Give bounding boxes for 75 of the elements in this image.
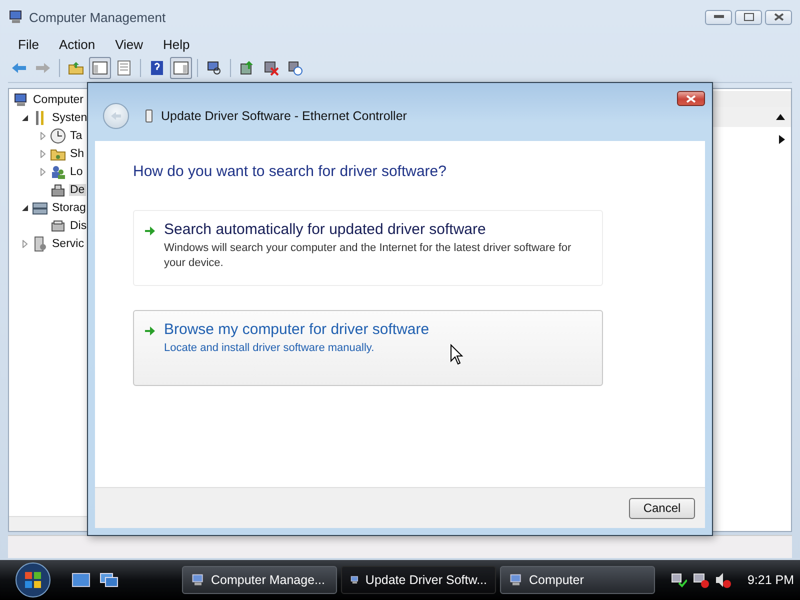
- menu-item[interactable]: View: [105, 36, 154, 52]
- network-error-icon[interactable]: [693, 572, 710, 588]
- computer-icon: [509, 573, 523, 587]
- dialog-heading: How do you want to search for driver software?: [133, 163, 448, 180]
- option-description: Windows will search your computer and the Internet for the latest driver software for your device.: [164, 241, 572, 271]
- storage-icon: [32, 200, 48, 216]
- maximize-icon: [744, 13, 754, 21]
- clock-icon: [50, 128, 66, 144]
- dialog-title: Update Driver Software - Ethernet Controller: [161, 109, 407, 123]
- menu-item[interactable]: Help: [153, 36, 200, 52]
- tree-item[interactable]: Sh: [69, 148, 86, 160]
- users-icon: [50, 164, 66, 180]
- tree-item[interactable]: Dis: [69, 220, 88, 232]
- device-manager-icon: [50, 182, 66, 198]
- computer-icon: [191, 573, 205, 587]
- computer-icon: [8, 9, 24, 25]
- mouse-pointer-icon: [450, 344, 464, 365]
- computer-icon: [13, 92, 29, 108]
- maximize-button[interactable]: [735, 10, 762, 24]
- uninstall-icon: [263, 60, 279, 76]
- folder-up-icon: [68, 60, 84, 76]
- device-icon: [145, 109, 153, 123]
- menu-item[interactable]: File: [8, 36, 49, 52]
- update-driver-icon: [239, 60, 255, 76]
- arrow-icon: [144, 325, 156, 337]
- close-button[interactable]: [677, 91, 705, 106]
- tree-item[interactable]: Storag: [51, 202, 87, 214]
- pane-icon: [92, 60, 108, 76]
- clock[interactable]: 9:21 PM: [747, 573, 794, 587]
- cancel-button[interactable]: Cancel: [629, 498, 695, 518]
- option-title[interactable]: Browse my computer for driver software: [164, 321, 430, 338]
- back-arrow-icon: [110, 111, 122, 121]
- close-icon: [685, 94, 697, 102]
- tree-item[interactable]: Systen: [51, 112, 88, 124]
- volume-muted-icon[interactable]: [715, 572, 732, 588]
- list-icon: [116, 60, 132, 76]
- expanded-arrow-icon[interactable]: [21, 204, 29, 212]
- collapse-arrow-icon[interactable]: [776, 114, 785, 120]
- refresh-icon: [287, 60, 303, 76]
- tree-item[interactable]: Computer: [32, 94, 84, 106]
- expanded-arrow-icon[interactable]: [21, 114, 29, 122]
- taskbar-button[interactable]: Computer Manage...: [182, 566, 337, 594]
- close-icon: [774, 13, 784, 21]
- option-card[interactable]: Browse my computer for driver software Locate and install driver software manually.: [133, 310, 603, 386]
- tree-item[interactable]: Ta: [69, 130, 84, 142]
- tree-item[interactable]: Servic: [51, 238, 85, 250]
- disk-icon: [50, 218, 66, 234]
- scan-computer-icon: [206, 60, 222, 76]
- collapsed-arrow-icon[interactable]: [39, 132, 47, 140]
- tree-item[interactable]: De: [69, 184, 86, 196]
- option-title[interactable]: Search automatically for updated driver software: [164, 221, 592, 238]
- window-title: Computer Management: [29, 10, 166, 24]
- menu-item[interactable]: Action: [48, 36, 106, 52]
- help-icon: [149, 60, 165, 76]
- collapsed-arrow-icon[interactable]: [39, 150, 47, 158]
- minimize-button[interactable]: [705, 10, 732, 24]
- network-icon[interactable]: [671, 572, 688, 588]
- pane-button[interactable]: [89, 57, 111, 79]
- switch-windows-icon[interactable]: [100, 573, 118, 587]
- collapsed-arrow-icon[interactable]: [21, 240, 29, 248]
- arrow-icon: [144, 225, 156, 237]
- close-button[interactable]: [765, 10, 792, 24]
- option-description: Locate and install driver software manually.: [164, 341, 376, 356]
- pane-button[interactable]: [170, 57, 192, 79]
- expand-arrow-icon[interactable]: [779, 134, 785, 144]
- taskbar-button[interactable]: Update Driver Softw...: [341, 566, 496, 594]
- tree-item[interactable]: Lo: [69, 166, 84, 178]
- services-icon: [32, 236, 48, 252]
- minimize-icon: [714, 15, 724, 19]
- back-arrow-icon: [11, 60, 27, 76]
- collapsed-arrow-icon[interactable]: [39, 168, 47, 176]
- option-card[interactable]: Search automatically for updated driver software Windows will search your computer and the Internet for the latest driver software for your device.: [133, 210, 603, 286]
- pane-icon: [173, 60, 189, 76]
- taskbar-button[interactable]: Computer: [500, 566, 655, 594]
- forward-arrow-icon: [35, 60, 51, 76]
